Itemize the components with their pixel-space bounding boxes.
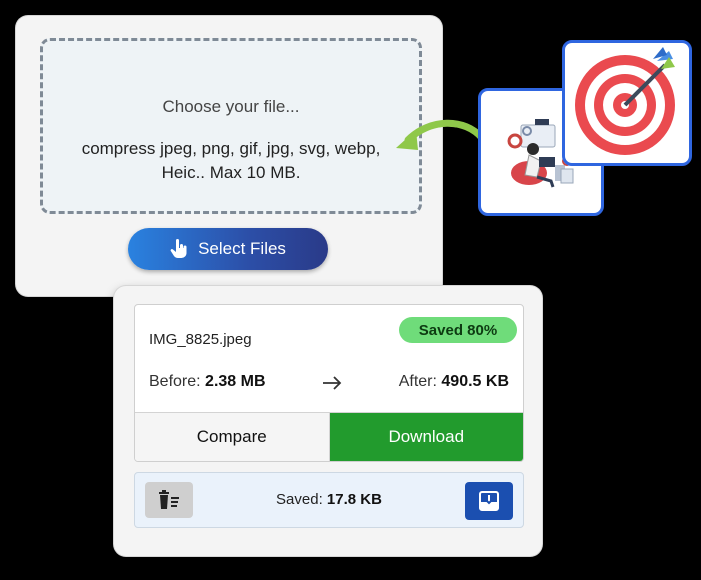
size-comparison: Before: 2.38 MB After: 490.5 KB: [135, 371, 523, 395]
file-name: IMG_8825.jpeg: [149, 331, 252, 348]
target-goal-card: [562, 40, 692, 166]
after-value: 490.5 KB: [441, 373, 509, 390]
total-saved-value: 17.8 KB: [326, 491, 382, 508]
save-download-icon: [479, 491, 499, 511]
total-saved-label: Saved:: [276, 491, 323, 508]
before-label: Before:: [149, 373, 201, 390]
target-icon: [575, 47, 675, 155]
supported-formats-text: compress jpeg, png, gif, jpg, svg, webp,…: [81, 139, 381, 182]
summary-bar: Saved: 17.8 KB: [134, 472, 524, 528]
saved-percent-badge: Saved 80%: [399, 317, 517, 343]
pointer-hand-icon: [170, 239, 187, 258]
after-label: After:: [398, 373, 437, 390]
file-result-panel: IMG_8825.jpeg Saved 80% Before: 2.38 MB …: [134, 304, 524, 462]
arrow-right-icon: [323, 376, 342, 390]
after-size: After: 490.5 KB: [399, 373, 509, 391]
before-size: Before: 2.38 MB: [149, 373, 266, 391]
select-files-label: Select Files: [198, 239, 286, 258]
download-button[interactable]: Download: [329, 413, 523, 461]
file-drop-zone[interactable]: Choose your file... compress jpeg, png, …: [40, 38, 422, 214]
compression-result-card: IMG_8825.jpeg Saved 80% Before: 2.38 MB …: [114, 286, 542, 556]
upload-card: Choose your file... compress jpeg, png, …: [16, 16, 442, 296]
result-actions: Compare Download: [135, 412, 523, 461]
curved-arrow-icon: [396, 119, 486, 150]
before-value: 2.38 MB: [205, 373, 266, 390]
save-all-button[interactable]: [465, 482, 513, 520]
compare-button[interactable]: Compare: [135, 413, 330, 461]
select-files-button[interactable]: Select Files: [128, 228, 328, 270]
choose-file-label: Choose your file...: [162, 97, 300, 116]
